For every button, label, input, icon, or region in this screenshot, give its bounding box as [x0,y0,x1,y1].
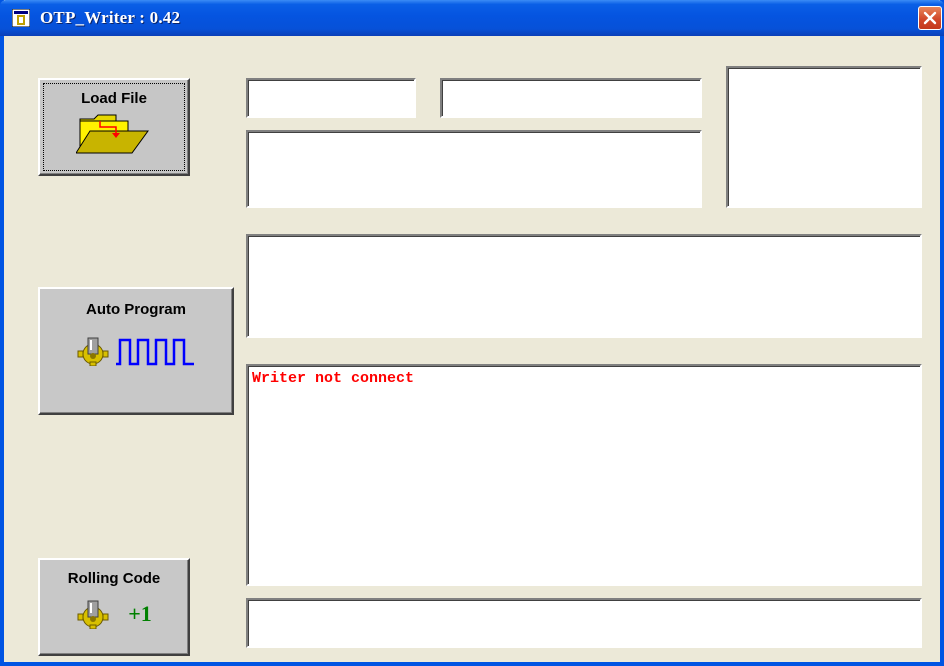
info-panel [246,130,702,208]
title-bar[interactable]: OTP_Writer : 0.42 [0,0,944,36]
field-2[interactable] [440,78,702,118]
rolling-code-button[interactable]: Rolling Code +1 [38,558,190,656]
log-panel[interactable]: Writer not connect [246,364,922,586]
preview-panel [726,66,922,208]
status-text: Writer not connect [252,370,415,387]
gear-plug-icon [77,600,109,629]
footer-field [246,598,922,648]
field-1[interactable] [246,78,416,118]
auto-program-button[interactable]: Auto Program [38,287,234,415]
load-file-button[interactable]: Load File [38,78,190,176]
app-window: OTP_Writer : 0.42 Load File Auto Program [0,0,944,666]
message-panel [246,234,922,338]
pulse-wave-icon [116,338,194,366]
auto-program-label: Auto Program [85,301,186,318]
rolling-code-label: Rolling Code [67,570,161,587]
close-icon [923,11,937,25]
gear-plug-icon [77,337,109,366]
window-title: OTP_Writer : 0.42 [40,8,181,27]
increment-label: +1 [128,601,152,626]
focus-ring [43,83,185,171]
app-icon [11,8,31,28]
close-button[interactable] [918,6,942,30]
